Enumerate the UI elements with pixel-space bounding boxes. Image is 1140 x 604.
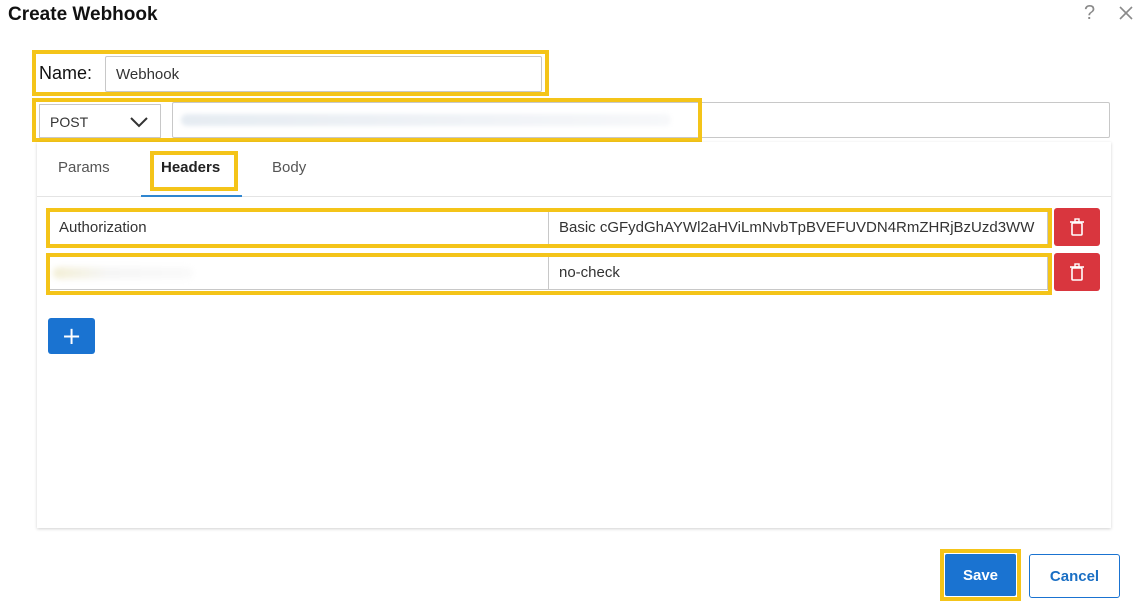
name-label: Name: xyxy=(39,63,93,83)
tab-body[interactable]: Body xyxy=(272,159,306,176)
save-button[interactable]: Save xyxy=(945,554,1016,596)
tab-bar: Params Headers Body xyxy=(37,142,1111,197)
chevron-down-icon xyxy=(130,117,148,128)
method-value: POST xyxy=(50,114,89,130)
request-panel: Params Headers Body Authorization Basic … xyxy=(37,142,1111,528)
trash-icon xyxy=(1070,263,1084,281)
url-input[interactable] xyxy=(172,102,1110,138)
cancel-button[interactable]: Cancel xyxy=(1029,554,1120,598)
header-key-input[interactable]: Authorization xyxy=(48,211,549,245)
close-icon[interactable] xyxy=(1116,2,1136,24)
delete-header-button[interactable] xyxy=(1054,208,1100,246)
method-select[interactable]: POST xyxy=(39,104,161,138)
url-redacted xyxy=(181,114,671,126)
dialog-title: Create Webhook xyxy=(8,4,158,25)
name-input[interactable] xyxy=(105,56,542,92)
add-header-button[interactable]: + xyxy=(48,318,95,354)
header-value-input[interactable]: Basic cGFydGhAYWl2aHViLmNvbTpBVEFUVDN4Rm… xyxy=(548,211,1048,245)
help-icon[interactable]: ? xyxy=(1084,2,1095,25)
delete-header-button[interactable] xyxy=(1054,253,1100,291)
trash-icon xyxy=(1070,218,1084,236)
header-key-input[interactable] xyxy=(48,256,549,290)
tab-params[interactable]: Params xyxy=(58,159,110,176)
header-value-input[interactable]: no-check xyxy=(548,256,1048,290)
tab-headers[interactable]: Headers xyxy=(161,159,220,176)
active-tab-indicator xyxy=(141,195,242,197)
header-key-redacted xyxy=(53,267,193,279)
